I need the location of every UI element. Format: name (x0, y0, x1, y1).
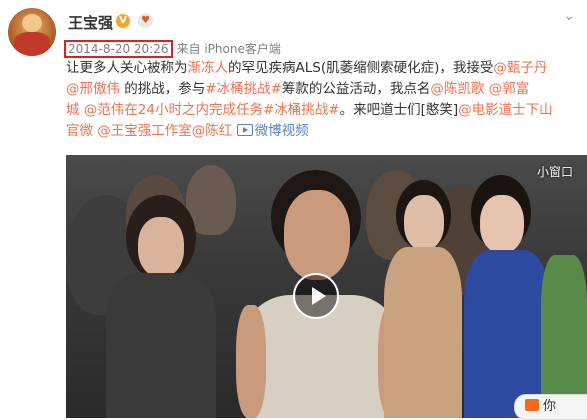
post-text-segment: 。来吧道士们[憨笑] (339, 102, 459, 118)
post-text-segment: 的挑战，参与 (120, 81, 206, 97)
avatar-figure-head (22, 14, 42, 32)
video-scene (138, 217, 184, 277)
video-link-icon (236, 124, 253, 136)
verified-badge-icon: V (116, 14, 130, 28)
post-link[interactable]: @邢傲伟 (66, 81, 120, 97)
avatar-figure-body (14, 32, 50, 56)
video-link[interactable]: 微博视频 (255, 123, 309, 139)
floating-chat-button[interactable]: 你 (514, 394, 587, 420)
post-link[interactable]: @电影道士下山 (458, 102, 553, 118)
post-link[interactable]: @范伟 (84, 102, 125, 118)
post-text-segment: 的罕见疾病ALS(肌萎缩侧索硬化症)，我接受 (228, 60, 494, 76)
post-link[interactable]: 官微 (66, 123, 93, 139)
post-link[interactable]: #冰桶挑战# (205, 81, 282, 97)
chat-bubble-icon (525, 399, 539, 411)
video-scene (284, 190, 350, 280)
post-link[interactable]: @陈凯歌 (430, 81, 484, 97)
floating-chat-label: 你 (543, 399, 557, 414)
heart-icon[interactable]: ♥ (138, 13, 153, 28)
post-link[interactable]: @甄子丹 (493, 60, 547, 76)
mini-window-button[interactable]: 小窗口 (537, 163, 573, 180)
chevron-down-icon[interactable]: ⌄ (563, 8, 575, 24)
post-text-segment: 让更多人关心被称为 (66, 60, 188, 76)
post-link[interactable]: #冰桶挑战# (263, 102, 340, 118)
post-text-line: 官微 @王宝强工作室@陈红 微博视频 (66, 121, 578, 142)
play-icon[interactable] (293, 273, 339, 319)
post-link[interactable]: 渐冻人 (188, 60, 229, 76)
avatar[interactable] (8, 8, 56, 56)
post-text: 让更多人关心被称为渐冻人的罕见疾病ALS(肌萎缩侧索硬化症)，我接受@甄子丹 @邢… (66, 58, 578, 142)
post-source: 来自 iPhone客户端 (176, 42, 281, 56)
post-timestamp[interactable]: 2014-8-20 20:26 (64, 40, 173, 58)
video-player[interactable]: 小窗口 (66, 155, 587, 418)
video-scene (480, 195, 524, 253)
video-scene (106, 273, 216, 418)
post-text-line: 让更多人关心被称为渐冻人的罕见疾病ALS(肌萎缩侧索硬化症)，我接受@甄子丹 (66, 58, 578, 79)
post-text-line: @邢傲伟 的挑战，参与#冰桶挑战#筹款的公益活动，我点名@陈凯歌 @郭富 (66, 79, 578, 100)
post-link[interactable]: @陈红 (192, 123, 233, 139)
user-name[interactable]: 王宝强 (68, 12, 113, 33)
post-text-segment (232, 123, 236, 139)
video-scene (384, 247, 462, 418)
post-meta: 2014-8-20 20:26 来自 iPhone客户端 (64, 40, 281, 58)
video-scene (404, 195, 444, 250)
post-link[interactable]: 城 (66, 102, 80, 118)
video-scene (464, 250, 550, 418)
post-link[interactable]: @王宝强工作室 (97, 123, 192, 139)
video-scene (236, 305, 266, 418)
post-link[interactable]: 在24小时之内完成任务 (124, 102, 263, 118)
post-text-line: 城 @范伟在24小时之内完成任务#冰桶挑战#。来吧道士们[憨笑]@电影道士下山 (66, 100, 578, 121)
post-link[interactable]: @郭富 (489, 81, 530, 97)
post-text-segment: 筹款的公益活动，我点名 (281, 81, 431, 97)
